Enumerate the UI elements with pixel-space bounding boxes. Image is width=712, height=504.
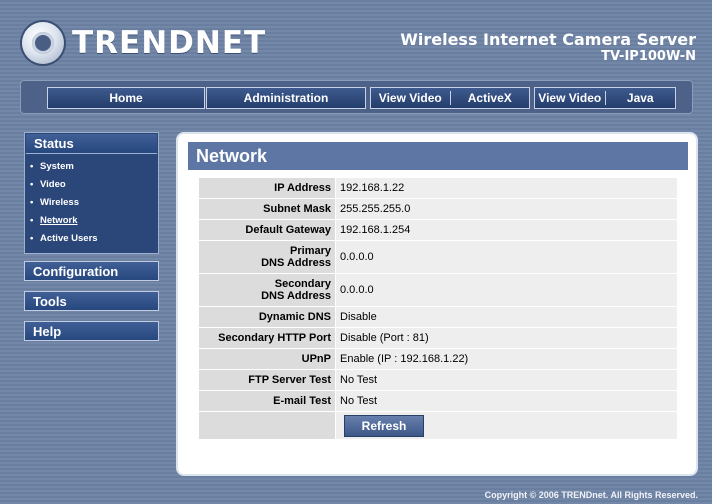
sidebar-tools-button[interactable]: Tools bbox=[24, 291, 159, 311]
row-label: Secondary HTTP Port bbox=[198, 327, 336, 349]
table-row: Primary DNS Address 0.0.0.0 bbox=[198, 240, 678, 274]
refresh-cell: Refresh bbox=[335, 411, 678, 440]
row-label-line: Secondary bbox=[274, 278, 331, 290]
row-value: 0.0.0.0 bbox=[335, 240, 678, 274]
table-row: Secondary HTTP Port Disable (Port : 81) bbox=[198, 327, 678, 349]
nav-view-video-label[interactable]: View Video bbox=[535, 91, 605, 105]
sidebar-item-system[interactable]: • System bbox=[30, 158, 98, 176]
bullet: • bbox=[30, 215, 34, 226]
brand-name: TRENDNET bbox=[72, 25, 267, 61]
row-label: Default Gateway bbox=[198, 219, 336, 241]
table-row: UPnP Enable (IP : 192.168.1.22) bbox=[198, 348, 678, 370]
nav-java-label[interactable]: Java bbox=[604, 91, 676, 105]
main-nav: Home Administration View Video ActiveX V… bbox=[20, 80, 693, 114]
nav-view-video-label[interactable]: View Video bbox=[371, 91, 450, 105]
row-value: 0.0.0.0 bbox=[335, 273, 678, 307]
sidebar-item-label: Active Users bbox=[40, 233, 98, 244]
row-value: Disable (Port : 81) bbox=[335, 327, 678, 349]
product-model: TV-IP100W-N bbox=[601, 49, 696, 64]
network-info-table: IP Address 192.168.1.22 Subnet Mask 255.… bbox=[198, 177, 678, 440]
row-label: E-mail Test bbox=[198, 390, 336, 412]
nav-view-video-java-button[interactable]: View Video Java bbox=[534, 87, 676, 109]
sidebar-item-video[interactable]: • Video bbox=[30, 176, 98, 194]
row-label: UPnP bbox=[198, 348, 336, 370]
sidebar-item-network[interactable]: • Network bbox=[30, 212, 98, 230]
table-row: Default Gateway 192.168.1.254 bbox=[198, 219, 678, 241]
table-row: FTP Server Test No Test bbox=[198, 369, 678, 391]
sidebar-item-label: Video bbox=[40, 179, 66, 190]
row-label: Subnet Mask bbox=[198, 198, 336, 220]
row-value: 192.168.1.22 bbox=[335, 177, 678, 199]
product-title: Wireless Internet Camera Server TV-IP100… bbox=[400, 30, 696, 64]
sidebar-item-wireless[interactable]: • Wireless bbox=[30, 194, 98, 212]
row-label-line: DNS Address bbox=[261, 257, 331, 269]
row-label: Dynamic DNS bbox=[198, 306, 336, 328]
table-row: Dynamic DNS Disable bbox=[198, 306, 678, 328]
refresh-button[interactable]: Refresh bbox=[344, 415, 424, 437]
nav-administration-button[interactable]: Administration bbox=[206, 87, 366, 109]
row-value: 255.255.255.0 bbox=[335, 198, 678, 220]
nav-home-button[interactable]: Home bbox=[47, 87, 205, 109]
sidebar-help-button[interactable]: Help bbox=[24, 321, 159, 341]
nav-view-video-activex-button[interactable]: View Video ActiveX bbox=[370, 87, 530, 109]
table-row: E-mail Test No Test bbox=[198, 390, 678, 412]
sidebar-item-label: System bbox=[40, 161, 74, 172]
row-value: No Test bbox=[335, 390, 678, 412]
table-row: Refresh bbox=[198, 411, 678, 440]
row-label-line: DNS Address bbox=[261, 290, 331, 302]
copyright-text: Copyright © 2006 TRENDnet. All Rights Re… bbox=[484, 490, 698, 500]
row-label-line: Primary bbox=[290, 245, 331, 257]
row-value: Enable (IP : 192.168.1.22) bbox=[335, 348, 678, 370]
table-row: Secondary DNS Address 0.0.0.0 bbox=[198, 273, 678, 307]
page-title: Network bbox=[188, 142, 688, 170]
product-line: Wireless Internet Camera Server bbox=[400, 30, 696, 49]
bullet: • bbox=[30, 161, 34, 172]
bullet: • bbox=[30, 233, 34, 244]
row-label: Primary DNS Address bbox=[198, 240, 336, 274]
sidebar-status-header[interactable]: Status bbox=[26, 134, 157, 154]
sidebar-item-label: Network bbox=[40, 215, 78, 226]
row-value: No Test bbox=[335, 369, 678, 391]
sidebar-configuration-button[interactable]: Configuration bbox=[24, 261, 159, 281]
bullet: • bbox=[30, 179, 34, 190]
row-label: Secondary DNS Address bbox=[198, 273, 336, 307]
sidebar-item-label: Wireless bbox=[40, 197, 79, 208]
sidebar-item-active-users[interactable]: • Active Users bbox=[30, 230, 98, 248]
bullet: • bbox=[30, 197, 34, 208]
row-label: FTP Server Test bbox=[198, 369, 336, 391]
row-label-empty bbox=[198, 411, 336, 440]
row-label: IP Address bbox=[198, 177, 336, 199]
row-value: Disable bbox=[335, 306, 678, 328]
row-value: 192.168.1.254 bbox=[335, 219, 678, 241]
sidebar-status-items: • System • Video • Wireless • Network • Activ… bbox=[30, 158, 98, 248]
logo-emblem-icon bbox=[22, 22, 64, 64]
nav-activex-label[interactable]: ActiveX bbox=[449, 91, 530, 105]
table-row: IP Address 192.168.1.22 bbox=[198, 177, 678, 199]
trendnet-logo: TRENDNET bbox=[22, 20, 266, 66]
table-row: Subnet Mask 255.255.255.0 bbox=[198, 198, 678, 220]
